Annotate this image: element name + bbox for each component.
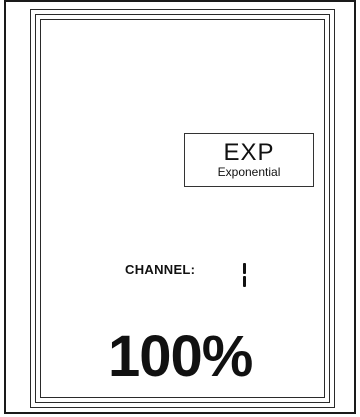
percent-readout: 100%	[108, 324, 253, 389]
digit-segment-top	[243, 263, 246, 274]
digit-segment-bottom	[243, 276, 246, 287]
mode-abbreviation: EXP	[223, 139, 275, 166]
channel-value-digit	[239, 263, 251, 289]
lcd-screen: EXP Exponential CHANNEL: 100%	[0, 0, 360, 417]
mode-name: Exponential	[217, 165, 281, 179]
mode-indicator-box: EXP Exponential	[184, 133, 314, 187]
channel-label: CHANNEL:	[125, 262, 196, 277]
